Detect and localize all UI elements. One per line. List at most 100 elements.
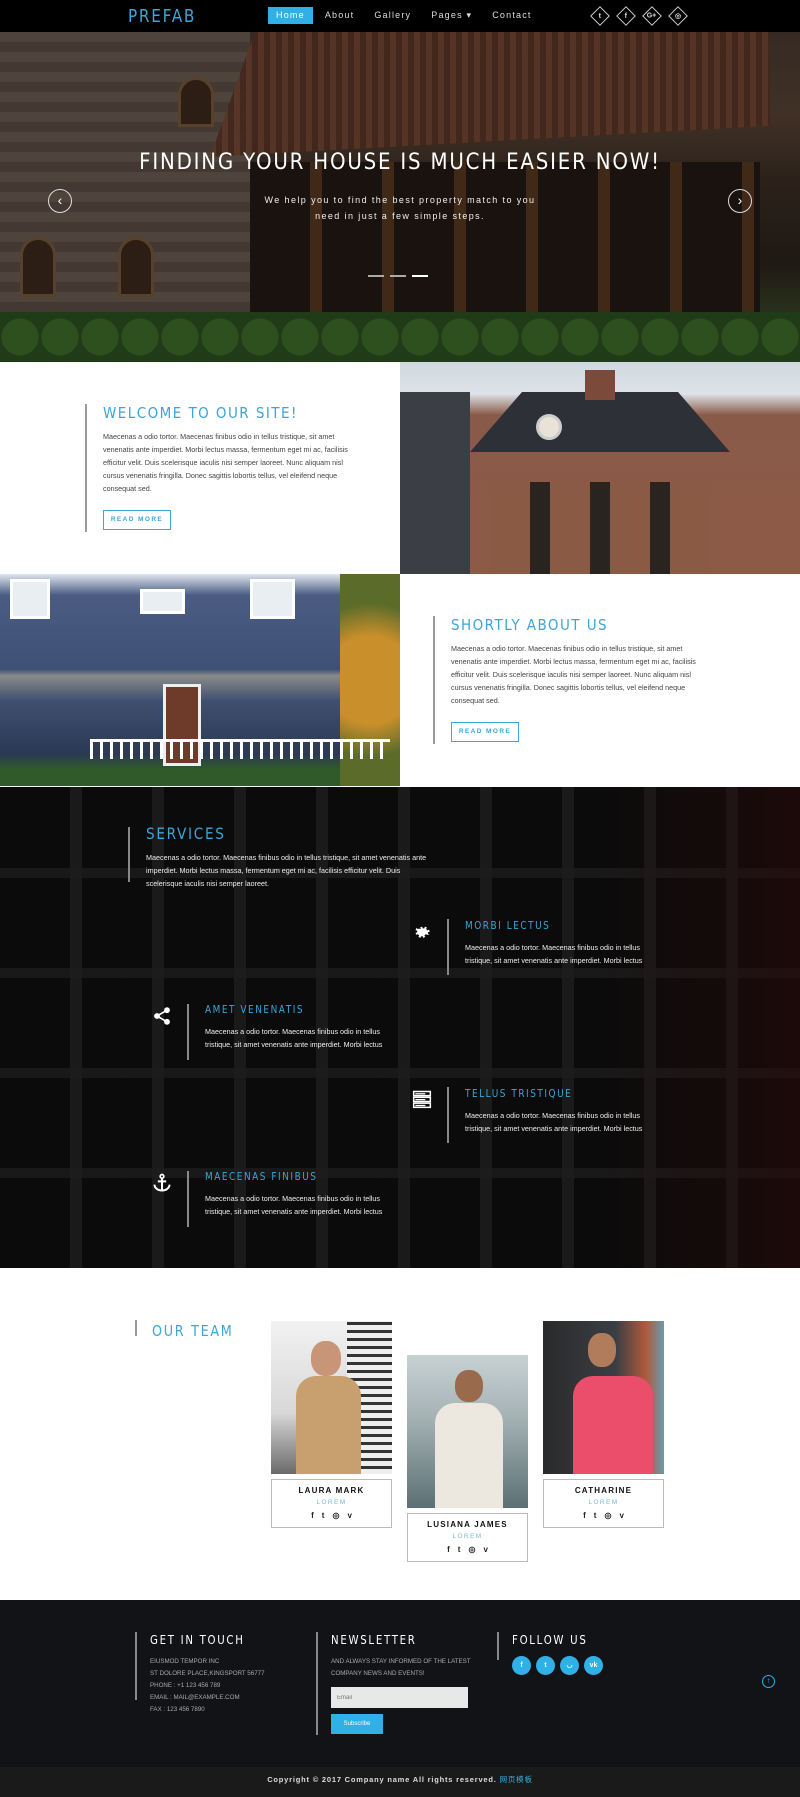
- hero-title: FINDING YOUR HOUSE IS MUCH EASIER NOW!: [139, 150, 661, 175]
- divider: [187, 1171, 189, 1227]
- photo-torso: [296, 1376, 361, 1474]
- dribbble-icon[interactable]: ◎: [668, 6, 688, 26]
- blue-house-image: [0, 574, 400, 786]
- contact-title: GET IN TOUCH: [150, 1633, 245, 1647]
- window-shape: [140, 589, 185, 614]
- about-title: SHORTLY ABOUT US: [451, 616, 609, 634]
- vimeo-icon[interactable]: v: [483, 1545, 487, 1554]
- member-info-card: LUSIANA JAMES LOREM f t ◎ v: [407, 1513, 528, 1562]
- member-role: LOREM: [452, 1533, 483, 1540]
- member-name: CATHARINE: [574, 1486, 633, 1495]
- divider: [433, 616, 435, 744]
- facebook-icon[interactable]: f: [512, 1656, 531, 1675]
- site-logo[interactable]: PREFAB: [128, 6, 196, 27]
- nav-item-pages[interactable]: Pages ▾: [423, 7, 480, 24]
- photo-head: [455, 1370, 483, 1402]
- nav-item-about[interactable]: About: [317, 7, 363, 24]
- member-role: LOREM: [588, 1499, 619, 1506]
- photo-head: [588, 1333, 616, 1367]
- divider: [497, 1632, 499, 1660]
- member-info-card: LAURA MARK LOREM f t ◎ v: [271, 1479, 392, 1528]
- divider: [447, 1087, 449, 1143]
- copyright-bar: Copyright © 2017 Company name All rights…: [0, 1767, 800, 1797]
- subscribe-button[interactable]: Subscribe: [331, 1714, 383, 1734]
- share-icon: [152, 1006, 172, 1026]
- about-read-more-button[interactable]: READ MORE: [451, 722, 519, 742]
- contact-address: ST DOLORE PLACE,KINGSPORT 56777: [150, 1670, 265, 1677]
- google-plus-icon[interactable]: G+: [642, 6, 662, 26]
- services-tint: [600, 787, 800, 1268]
- facebook-icon[interactable]: f: [447, 1545, 450, 1554]
- contact-email[interactable]: EMAIL : MAIL@EXAMPLE.COM: [150, 1692, 240, 1704]
- rss-icon[interactable]: ◡: [560, 1656, 579, 1675]
- welcome-text: Maecenas a odio tortor. Maecenas finibus…: [103, 432, 348, 493]
- window-shape: [250, 579, 295, 619]
- porch-railing-shape: [90, 739, 390, 759]
- twitter-icon[interactable]: t: [458, 1545, 461, 1554]
- contact-company: EIUSMOD TEMPOR INC: [150, 1658, 220, 1665]
- service-title-tellus-tristique: TELLUS TRISTIQUE: [465, 1088, 573, 1100]
- newsletter-text: AND ALWAYS STAY INFORMED OF THE LATEST C…: [331, 1658, 471, 1677]
- back-to-top-button[interactable]: ↑: [762, 1675, 775, 1688]
- photo-torso: [573, 1376, 653, 1474]
- hero-subtitle: We help you to find the best property ma…: [264, 195, 536, 221]
- server-icon: [412, 1089, 432, 1109]
- copyright-text: Copyright © 2017 Company name All rights…: [267, 1775, 497, 1784]
- windows-shape: [490, 482, 710, 574]
- contact-fax: FAX : 123 456 7890: [150, 1706, 205, 1713]
- welcome-title: WELCOME TO OUR SITE!: [103, 404, 298, 422]
- twitter-icon[interactable]: t: [322, 1511, 325, 1520]
- nav-item-contact[interactable]: Contact: [484, 7, 539, 24]
- roof-shape: [470, 392, 730, 452]
- copyright-link[interactable]: 网页模板: [500, 1775, 533, 1784]
- header-social-links: t f G+ ◎: [590, 6, 688, 26]
- chimney-shape: [585, 370, 615, 400]
- facebook-icon[interactable]: f: [583, 1511, 586, 1520]
- nav-item-home[interactable]: Home: [268, 7, 313, 24]
- follow-title: FOLLOW US: [512, 1633, 588, 1647]
- newsletter-email-input[interactable]: [331, 1687, 468, 1708]
- facebook-icon[interactable]: f: [616, 6, 636, 26]
- member-photo: [271, 1321, 392, 1474]
- twitter-icon[interactable]: t: [590, 6, 610, 26]
- divider: [187, 1004, 189, 1060]
- twitter-icon[interactable]: t: [536, 1656, 555, 1675]
- brick-house-image: [400, 362, 800, 574]
- chevron-right-icon: ›: [737, 192, 743, 208]
- slider-dot-active[interactable]: [412, 275, 428, 277]
- facebook-glyph: f: [624, 12, 628, 20]
- vimeo-icon[interactable]: v: [347, 1511, 351, 1520]
- arrow-up-icon: ↑: [766, 1676, 771, 1685]
- facebook-icon[interactable]: f: [311, 1511, 314, 1520]
- window-shape: [10, 579, 50, 619]
- vimeo-icon[interactable]: v: [619, 1511, 623, 1520]
- divider: [128, 827, 130, 882]
- photo-head: [311, 1341, 341, 1376]
- nav-item-gallery[interactable]: Gallery: [366, 7, 419, 24]
- service-title-morbi-lectus: MORBI LECTUS: [465, 920, 551, 932]
- twitter-glyph: t: [598, 12, 602, 20]
- member-social-links: f t ◎ v: [544, 1511, 663, 1520]
- slider-dot[interactable]: [390, 275, 406, 277]
- member-role: LOREM: [316, 1499, 347, 1506]
- dribbble-icon[interactable]: ◎: [332, 1511, 339, 1520]
- round-window-shape: [536, 414, 562, 440]
- twitter-icon[interactable]: t: [594, 1511, 597, 1520]
- vk-icon[interactable]: vk: [584, 1656, 603, 1675]
- divider: [85, 404, 87, 532]
- divider: [447, 919, 449, 975]
- divider: [316, 1632, 318, 1735]
- dribbble-icon[interactable]: ◎: [468, 1545, 475, 1554]
- team-section: OUR TEAM LAURA MARK LOREM f t ◎ v LUSIAN…: [0, 1268, 800, 1600]
- google-plus-glyph: G+: [647, 12, 657, 20]
- service-text: Maecenas a odio tortor. Maecenas finibus…: [205, 1194, 383, 1216]
- slider-dot[interactable]: [368, 275, 384, 277]
- dribbble-glyph: ◎: [674, 12, 682, 20]
- chevron-left-icon: ‹: [57, 192, 63, 208]
- welcome-read-more-button[interactable]: READ MORE: [103, 510, 171, 530]
- dribbble-icon[interactable]: ◎: [604, 1511, 611, 1520]
- footer: GET IN TOUCH EIUSMOD TEMPOR INC ST DOLOR…: [0, 1600, 800, 1767]
- member-social-links: f t ◎ v: [272, 1511, 391, 1520]
- slider-prev-button[interactable]: ‹: [48, 189, 72, 213]
- slider-next-button[interactable]: ›: [728, 189, 752, 213]
